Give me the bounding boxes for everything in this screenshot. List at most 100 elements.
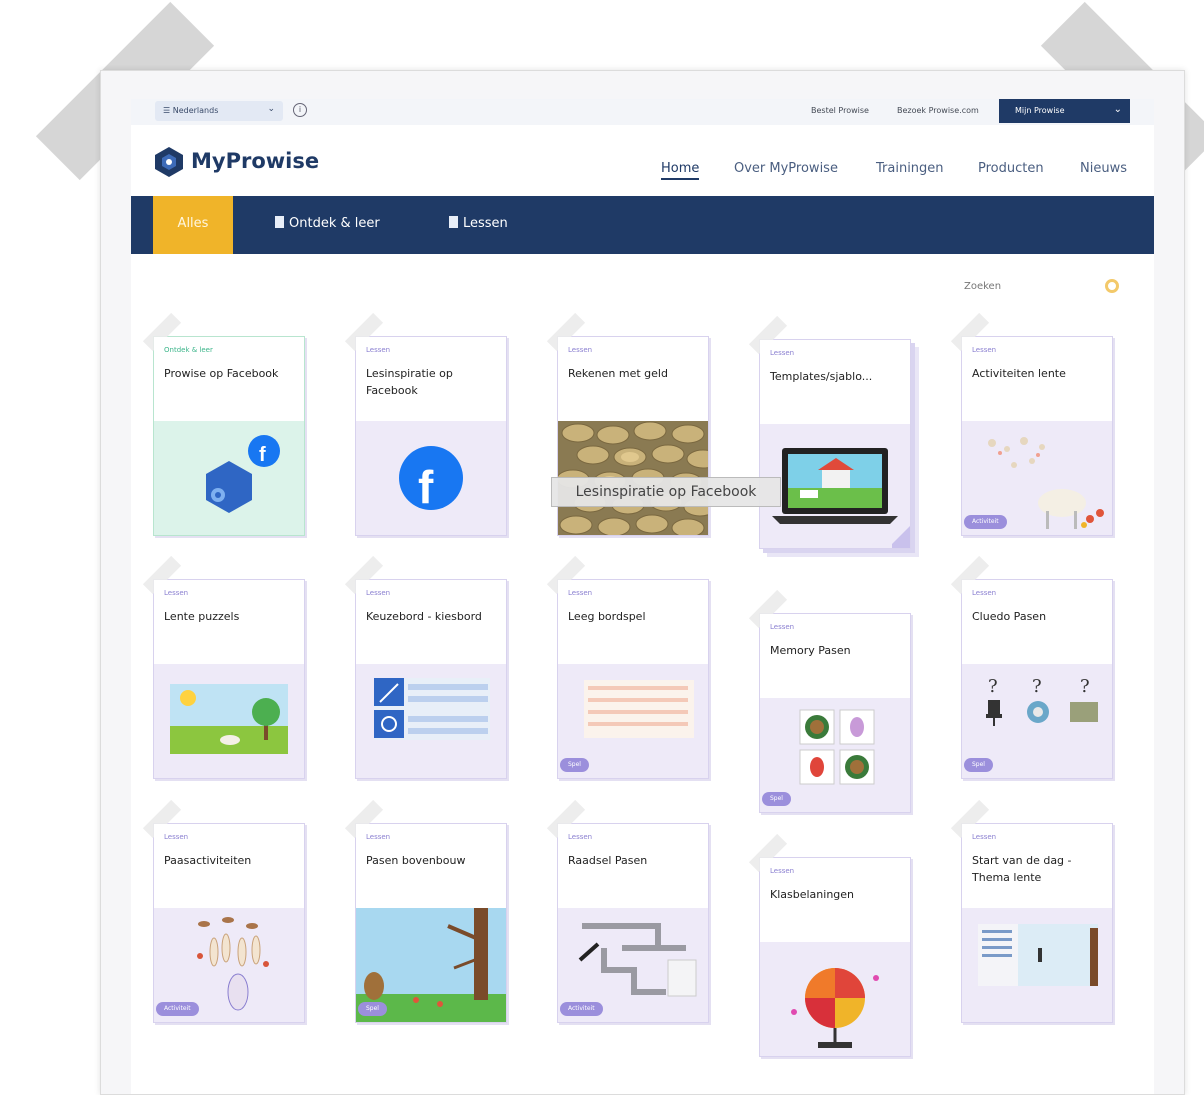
screenshot-stage: ☰ Nederlands ⌄ i Bestel Prowise Bezoek P…	[0, 0, 1204, 1095]
card-category: Lessen	[972, 589, 997, 597]
svg-text:?: ?	[988, 676, 998, 697]
card-title: Raadsel Pasen	[568, 854, 648, 867]
card-head: Lessen Lesinspiratie op Facebook	[356, 337, 506, 421]
spring-landscape-image	[170, 684, 288, 754]
filter-all[interactable]: Alles	[153, 196, 233, 254]
card-category: Lessen	[164, 589, 189, 597]
filter-bar: Alles Ontdek & leer Lessen	[131, 196, 1154, 254]
card-category: Lessen	[568, 833, 593, 841]
card-lesinspiratie-facebook[interactable]: Lessen Lesinspiratie op Facebook f	[344, 312, 507, 536]
card-category: Lessen	[972, 346, 997, 354]
svg-text:f: f	[418, 461, 434, 513]
filter-discover-label: Ontdek & leer	[289, 216, 380, 231]
card-title: Activiteiten lente	[972, 367, 1066, 380]
filter-lessons[interactable]: Lessen	[449, 196, 508, 254]
card-head: Lessen Activiteiten lente	[962, 337, 1112, 421]
search-icon[interactable]	[1105, 279, 1119, 293]
utility-bar: ☰ Nederlands ⌄ i Bestel Prowise Bezoek P…	[131, 99, 1154, 125]
card-paasactiviteiten[interactable]: Lessen Paasactiviteiten Activiteit	[142, 799, 305, 1023]
filter-all-label: Alles	[177, 216, 209, 231]
card-memory-pasen[interactable]: Lessen Memory Pasen Spel	[748, 589, 911, 813]
browser-sheet: ☰ Nederlands ⌄ i Bestel Prowise Bezoek P…	[100, 70, 1185, 1095]
card-badge: Spel	[358, 1002, 387, 1016]
card-badge: Activiteit	[156, 1002, 199, 1016]
nav-about[interactable]: Over MyProwise	[734, 161, 838, 176]
card-badge: Activiteit	[964, 515, 1007, 529]
card-raadsel-pasen[interactable]: Lessen Raadsel Pasen Activiteit	[546, 799, 709, 1023]
nav-news[interactable]: Nieuws	[1080, 161, 1127, 176]
info-icon[interactable]: i	[293, 103, 307, 117]
card-head: Ontdek & leer Prowise op Facebook	[154, 337, 304, 421]
card-head: Lessen Rekenen met geld	[558, 337, 708, 421]
nav-home[interactable]: Home	[661, 161, 700, 180]
card-cluedo-pasen[interactable]: Lessen Cluedo Pasen ??? Spel	[950, 555, 1113, 779]
card-title: Memory Pasen	[770, 644, 851, 657]
chevron-down-icon: ⌄	[1113, 104, 1122, 115]
card-category: Lessen	[568, 589, 593, 597]
card-category: Lessen	[770, 349, 795, 357]
card-head: Lessen Lente puzzels	[154, 580, 304, 664]
page: ☰ Nederlands ⌄ i Bestel Prowise Bezoek P…	[131, 99, 1154, 1094]
card-badge: Activiteit	[560, 1002, 603, 1016]
card-activiteiten-lente[interactable]: Lessen Activiteiten lente Activiteit	[950, 312, 1113, 536]
order-link[interactable]: Bestel Prowise	[811, 106, 869, 115]
card-prowise-facebook[interactable]: Ontdek & leer Prowise op Facebook f	[142, 312, 305, 536]
prize-wheel-image	[791, 968, 879, 1048]
myprowise-logo-icon[interactable]	[153, 146, 185, 178]
filter-discover[interactable]: Ontdek & leer	[275, 196, 380, 254]
card-head: Lessen Start van de dag - Thema lente	[962, 824, 1112, 908]
theme-spring-screen-image	[978, 924, 1098, 986]
card-category: Lessen	[164, 833, 189, 841]
card-badge: Spel	[560, 758, 589, 772]
svg-text:f: f	[259, 444, 266, 466]
card-head: Lessen Raadsel Pasen	[558, 824, 708, 908]
filter-lessons-label: Lessen	[463, 216, 508, 231]
language-select[interactable]: ☰ Nederlands ⌄	[155, 101, 283, 121]
card-head: Lessen Leeg bordspel	[558, 580, 708, 664]
card-lente-puzzels[interactable]: Lessen Lente puzzels	[142, 555, 305, 779]
card-head: Lessen Keuzebord - kiesbord	[356, 580, 506, 664]
card-head: Lessen Memory Pasen	[760, 614, 910, 698]
card-title: Lente puzzels	[164, 610, 240, 623]
search-input[interactable]: Zoeken	[964, 281, 1001, 292]
chevron-down-icon: ⌄	[267, 104, 275, 114]
card-klasbelaningen[interactable]: Lessen Klasbelaningen	[748, 833, 911, 1057]
card-head: Lessen Klasbelaningen	[760, 858, 910, 942]
document-icon	[449, 216, 458, 228]
nav-products[interactable]: Producten	[978, 161, 1044, 176]
card-keuzebord[interactable]: Lessen Keuzebord - kiesbord	[344, 555, 507, 779]
card-title: Paasactiviteiten	[164, 854, 252, 867]
card-category: Lessen	[366, 589, 391, 597]
card-pasen-bovenbouw[interactable]: Lessen Pasen bovenbouw Spel	[344, 799, 507, 1023]
account-label: Mijn Prowise	[1015, 106, 1065, 115]
laptop-image	[772, 448, 910, 548]
nav-trainings[interactable]: Trainingen	[876, 161, 944, 176]
card-title: Keuzebord - kiesbord	[366, 610, 482, 623]
card-title: Start van de dag - Thema lente	[972, 854, 1072, 884]
account-menu[interactable]: Mijn Prowise ⌄	[999, 99, 1130, 123]
card-leeg-bordspel[interactable]: Lessen Leeg bordspel Spel	[546, 555, 709, 779]
card-title: Leeg bordspel	[568, 610, 646, 623]
document-icon	[275, 216, 284, 228]
card-badge: Spel	[964, 758, 993, 772]
card-title: Klasbelaningen	[770, 888, 855, 901]
card-category: Lessen	[366, 346, 391, 354]
card-templates[interactable]: Lessen Templates/sjablo...	[748, 315, 911, 549]
brand-name[interactable]: MyProwise	[191, 149, 319, 173]
card-title: Prowise op Facebook	[164, 367, 279, 380]
visit-link[interactable]: Bezoek Prowise.com	[897, 106, 979, 115]
language-icon: ☰	[163, 106, 173, 115]
card-head: Lessen Cluedo Pasen	[962, 580, 1112, 664]
card-title: Rekenen met geld	[568, 367, 668, 380]
card-title: Templates/sjablo...	[770, 370, 873, 383]
card-head: Lessen Pasen bovenbouw	[356, 824, 506, 908]
card-start-van-de-dag[interactable]: Lessen Start van de dag - Thema lente	[950, 799, 1113, 1023]
svg-text:?: ?	[1032, 676, 1042, 697]
card-category: Ontdek & leer	[164, 346, 213, 354]
language-value: Nederlands	[172, 106, 219, 115]
card-title: Pasen bovenbouw	[366, 854, 466, 867]
tooltip: Lesinspiratie op Facebook	[551, 477, 781, 507]
card-category: Lessen	[972, 833, 997, 841]
card-head: Lessen Templates/sjablo...	[760, 340, 910, 424]
card-category: Lessen	[366, 833, 391, 841]
